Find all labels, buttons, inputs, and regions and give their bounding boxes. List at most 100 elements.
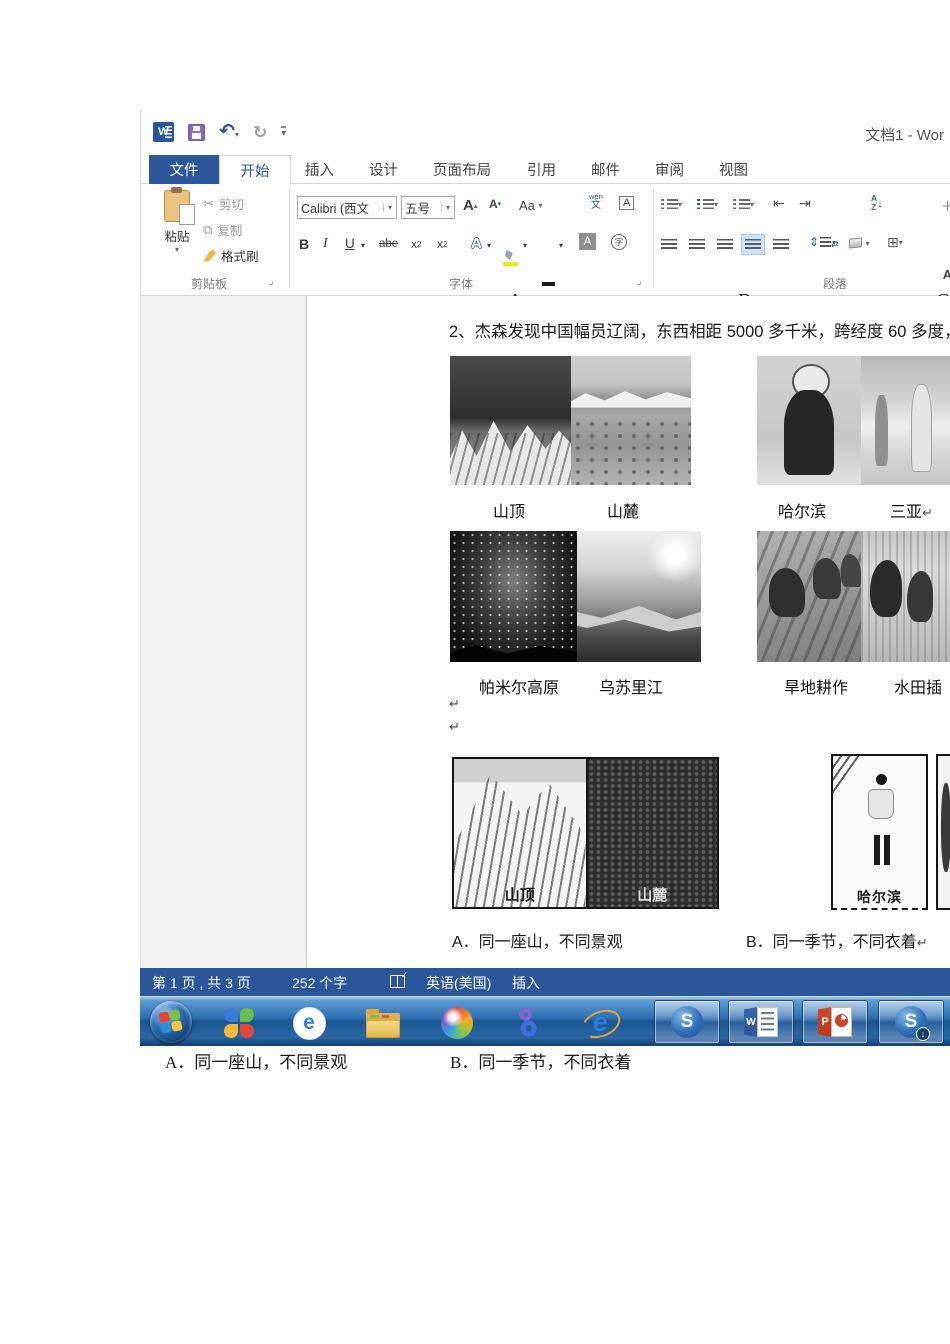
distribute-button[interactable] [769,234,793,255]
question-text[interactable]: 2、杰森发现中国幅员辽阔，东西相距 5000 多千米，跨经度 60 多度， [449,318,950,342]
sogou-download-taskbar-button[interactable]: S ↓ [878,1000,944,1044]
phonetic-guide-button[interactable]: wén 文 [589,193,603,211]
highlight-color-icon[interactable] [503,250,519,266]
caption-paddy[interactable]: 水田插 [894,674,942,698]
sogou-taskbar-button[interactable]: S [654,1000,720,1044]
photo-dryland-farming[interactable] [757,531,861,662]
save-icon[interactable] [188,123,205,141]
bold-button[interactable]: B [299,236,309,252]
caption-sanya[interactable]: 三亚↵ [890,498,933,522]
borders-button[interactable]: ⊞ ▾ [887,234,903,251]
customize-qat-button[interactable]: ▾ [281,125,287,139]
shrink-font-button[interactable]: A ▾ [489,197,501,211]
paste-button[interactable]: 粘贴 ▾ [155,187,199,270]
tab-review[interactable]: 审阅 [641,155,698,184]
caption-mountain-top[interactable]: 山顶 [493,498,525,522]
italic-button[interactable]: I [323,236,328,252]
proofing-icon[interactable] [390,970,408,988]
tab-view[interactable]: 视图 [705,155,762,184]
internet-explorer-icon[interactable]: e [582,1004,618,1040]
clipboard-dialog-launcher[interactable]: ⌟ [269,276,274,287]
tab-home[interactable]: 开始 [219,155,291,185]
photo-pamir-plateau[interactable] [450,531,577,662]
tab-mailings[interactable]: 邮件 [577,155,634,184]
file-explorer-icon[interactable] [364,1004,402,1042]
character-border-button[interactable]: A [619,196,635,210]
subscript-button[interactable]: x2 [411,237,421,251]
highlight-dropdown[interactable]: ▾ [523,241,527,250]
text-effects-dropdown[interactable]: ▾ [487,241,491,250]
format-painter-button[interactable]: 格式刷 [203,246,259,265]
sort-button[interactable]: AZ ↓ [871,194,883,211]
justify-button[interactable] [741,234,765,255]
font-color-button[interactable]: A [542,267,950,286]
caption-mountain-foot[interactable]: 山麓 [607,498,639,522]
multilevel-list-button[interactable]: ▾ [733,198,754,210]
pinwheel-app-icon[interactable] [220,1004,258,1042]
photo-ussuri-river[interactable] [577,531,701,662]
photo-box-same-mountain[interactable]: 山顶 山麓 [452,757,719,909]
paragraph-mark[interactable]: ↵ [449,719,460,735]
powerpoint-taskbar-button[interactable]: P [802,1000,868,1044]
tab-insert[interactable]: 插入 [291,155,348,184]
insert-mode-indicator[interactable]: 插入 [512,973,540,993]
photo-box-harbin-girl[interactable]: 哈尔滨 [831,754,928,910]
bullets-button[interactable]: ▾ [661,198,682,210]
tab-file[interactable]: 文件 [149,155,219,184]
photo-mountain-top[interactable] [450,356,571,485]
align-right-button[interactable] [713,234,737,255]
photo-mountain-foot[interactable] [571,356,691,485]
tab-references[interactable]: 引用 [513,155,570,184]
tab-design[interactable]: 设计 [355,155,412,184]
copy-button[interactable]: ⧉ 复制 [203,220,242,239]
underline-button[interactable]: U [345,236,355,251]
word-taskbar-button[interactable]: W [728,1000,794,1044]
language-indicator[interactable]: 英语(美国) [426,973,491,993]
font-dialog-launcher[interactable]: ⌟ [637,276,642,287]
font-name-combo[interactable]: Calibri (西文 ▾ [297,196,397,219]
word-count[interactable]: 252 个字 [292,973,347,993]
taskbar: e e S W P S ↓ [140,996,950,1046]
start-button[interactable] [150,1001,192,1043]
underline-dropdown[interactable]: ▾ [361,241,365,250]
strikethrough-button[interactable]: abe [379,238,398,250]
increase-indent-button[interactable]: ⇥ [799,195,811,212]
text-effects-button[interactable]: A [471,235,482,252]
align-left-button[interactable] [657,234,681,255]
document-area[interactable]: 2、杰森发现中国幅员辽阔，东西相距 5000 多千米，跨经度 60 多度， 山顶… [140,296,950,968]
caption-dryland[interactable]: 旱地耕作 [784,674,848,698]
grow-font-button[interactable]: A ▴ [463,197,477,214]
redo-button[interactable]: ↻ [253,124,267,141]
photo-box-partial[interactable] [936,754,950,910]
option-a-text[interactable]: A．同一座山，不同景观 [452,928,623,952]
photo-sanya-beach[interactable] [861,356,950,485]
show-marks-button-partial[interactable]: ＋ [941,196,950,215]
align-center-button[interactable] [685,234,709,255]
photo-paddy-planting[interactable] [861,531,950,662]
caption-ussuri[interactable]: 乌苏里江 [599,674,663,698]
page-indicator[interactable]: 第 1 页 , 共 3 页 [152,973,251,993]
caption-pamir[interactable]: 帕米尔高原 [479,674,559,698]
line-spacing-button[interactable]: ⇕ ▾ [809,235,836,249]
character-shading-button[interactable]: A [579,233,596,250]
option-b-text[interactable]: B．同一季节，不同衣着↵ [746,928,928,952]
tab-page-layout[interactable]: 页面布局 [419,155,505,184]
superscript-button[interactable]: x2 [437,237,447,251]
numbering-button[interactable]: ▾ [697,198,718,210]
screenshot-root: W ↶▾ ↻ ▾ 文档1 - Wor 文件 开始 插入 设计 页面布局 引用 邮… [0,0,950,1344]
change-case-button[interactable]: Aa ▾ [519,198,543,213]
paragraph-mark[interactable]: ↵ [449,696,460,712]
e-browser-icon[interactable]: e [290,1004,328,1042]
font-color-dropdown[interactable]: ▾ [559,241,563,250]
colorful-ball-app-icon[interactable] [438,1004,476,1042]
cut-button[interactable]: ✂ 剪切 [203,194,244,213]
figure8-app-icon[interactable] [510,1004,548,1042]
photo-harbin-winter[interactable] [757,356,861,485]
font-size-combo[interactable]: 五号 ▾ [401,196,455,219]
decrease-indent-button[interactable]: ⇤ [773,195,785,212]
word-app-icon: W [153,122,174,142]
caption-harbin[interactable]: 哈尔滨 [778,498,826,522]
shading-button[interactable]: ▾ [848,236,870,250]
undo-button[interactable]: ↶▾ [219,122,239,142]
enclose-characters-button[interactable]: 字 [611,234,627,250]
